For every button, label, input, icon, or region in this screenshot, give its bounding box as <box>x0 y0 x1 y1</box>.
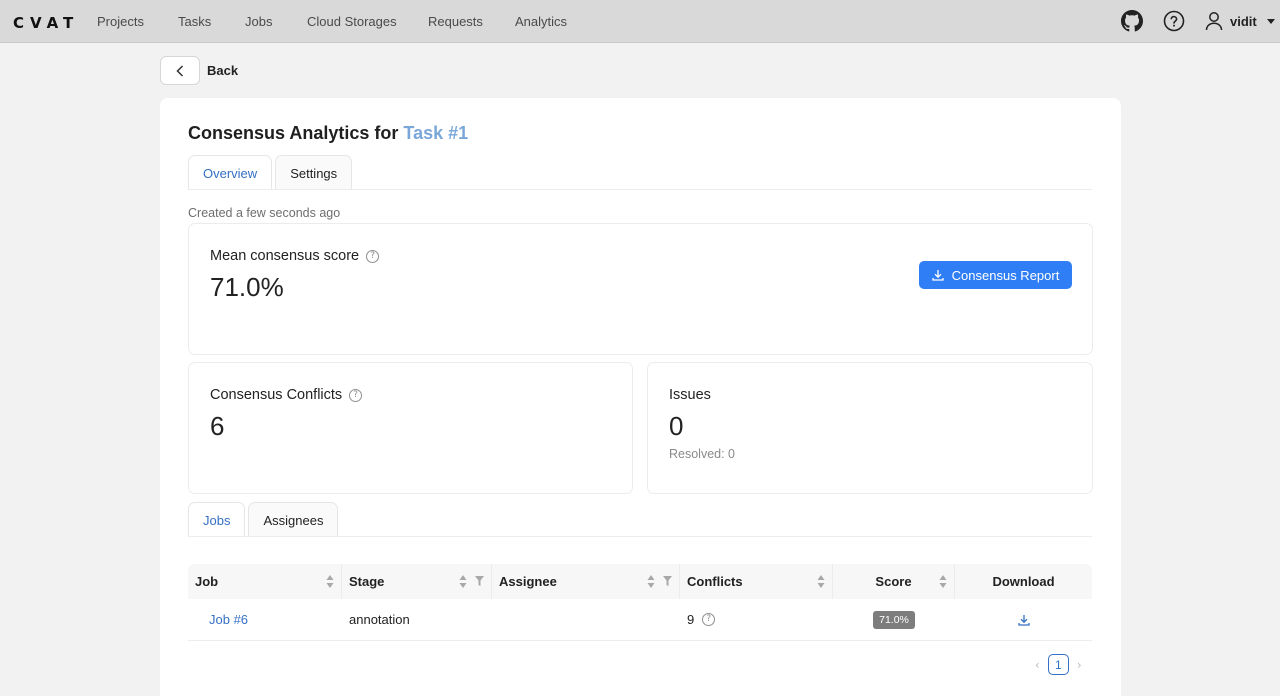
prev-page-icon[interactable]: ‹ <box>1035 658 1040 672</box>
jobs-table: Job Stage Assignee Conflicts Score Downl… <box>188 564 1092 641</box>
col-stage[interactable]: Stage <box>342 564 492 599</box>
tab-jobs[interactable]: Jobs <box>188 502 246 537</box>
help-icon[interactable] <box>1163 10 1185 32</box>
col-score[interactable]: Score <box>833 564 955 599</box>
nav-analytics[interactable]: Analytics <box>515 14 567 29</box>
task-link[interactable]: Task #1 <box>403 123 468 143</box>
col-conflicts-label: Conflicts <box>687 574 743 589</box>
col-job[interactable]: Job <box>188 564 342 599</box>
back-button[interactable] <box>160 56 200 85</box>
tab-overview[interactable]: Overview <box>188 155 273 190</box>
overview-tabs: Overview Settings <box>188 155 353 190</box>
job-link[interactable]: Job #6 <box>209 612 248 627</box>
sort-icon[interactable] <box>939 575 947 588</box>
col-assignee[interactable]: Assignee <box>492 564 680 599</box>
nav-tasks[interactable]: Tasks <box>178 14 211 29</box>
jobs-tabs: Jobs Assignees <box>188 502 339 537</box>
sort-icon[interactable] <box>647 575 655 588</box>
conflicts-box: Consensus Conflicts ? 6 <box>188 362 633 494</box>
issues-box: Issues 0 Resolved: 0 <box>647 362 1093 494</box>
conflicts-value: 6 <box>210 411 225 441</box>
tab-settings[interactable]: Settings <box>275 155 353 190</box>
sort-icon[interactable] <box>326 575 334 588</box>
top-header: CVAT Projects Tasks Jobs Cloud Storages … <box>0 0 1280 43</box>
user-icon <box>1205 12 1223 31</box>
consensus-report-button[interactable]: Consensus Report <box>919 261 1072 289</box>
back-label[interactable]: Back <box>207 63 238 78</box>
github-icon[interactable] <box>1121 10 1143 32</box>
col-score-label: Score <box>875 574 912 589</box>
cell-download <box>955 599 1092 641</box>
conflicts-label: Consensus Conflicts ? <box>210 387 363 403</box>
table-row: Job #6 annotation 9 ? 71.0% <box>188 599 1092 641</box>
issues-label-text: Issues <box>669 387 711 403</box>
nav-jobs[interactable]: Jobs <box>245 14 272 29</box>
col-conflicts[interactable]: Conflicts <box>680 564 833 599</box>
cell-conflicts: 9 ? <box>680 599 833 641</box>
cell-score: 71.0% <box>833 599 955 641</box>
nav-requests[interactable]: Requests <box>428 14 483 29</box>
tabs-divider <box>188 536 1092 537</box>
sort-icon[interactable] <box>817 575 825 588</box>
tabs-divider <box>188 189 1092 190</box>
cell-assignee <box>492 599 680 641</box>
created-text: Created a few seconds ago <box>188 206 341 220</box>
filter-icon[interactable] <box>475 576 484 586</box>
col-job-label: Job <box>195 574 219 589</box>
cell-job: Job #6 <box>188 599 342 641</box>
page-title: Consensus Analytics for Task #1 <box>188 123 468 144</box>
filter-icon[interactable] <box>663 576 672 586</box>
title-prefix: Consensus Analytics for <box>188 123 399 143</box>
next-page-icon[interactable]: › <box>1077 658 1082 672</box>
table-header: Job Stage Assignee Conflicts Score Downl… <box>188 564 1092 599</box>
page-number[interactable]: 1 <box>1047 654 1069 675</box>
col-download-label: Download <box>992 574 1055 589</box>
issues-label: Issues <box>669 387 711 403</box>
analytics-card: Consensus Analytics for Task #1 Overview… <box>160 98 1121 696</box>
cell-stage: annotation <box>349 612 410 627</box>
cvat-logo[interactable]: CVAT <box>13 14 79 32</box>
score-badge: 71.0% <box>873 610 915 629</box>
mean-score-label-text: Mean consensus score <box>210 248 360 264</box>
col-download: Download <box>955 564 1092 599</box>
issues-resolved: Resolved: 0 <box>669 447 736 461</box>
caret-down-icon <box>1266 18 1275 24</box>
chevron-left-icon <box>176 64 184 77</box>
download-icon <box>932 270 944 281</box>
user-name: vidit <box>1230 13 1257 29</box>
download-icon[interactable] <box>1017 614 1030 626</box>
question-icon[interactable]: ? <box>702 613 716 626</box>
col-assignee-label: Assignee <box>499 574 557 589</box>
nav-projects[interactable]: Projects <box>97 14 144 29</box>
conflicts-count: 9 <box>687 612 695 627</box>
issues-value: 0 <box>669 411 684 441</box>
mean-score-box: Mean consensus score ? 71.0% Consensus R… <box>188 223 1093 355</box>
consensus-report-label: Consensus Report <box>951 267 1060 283</box>
sort-icon[interactable] <box>459 575 467 588</box>
conflicts-label-text: Consensus Conflicts <box>210 387 343 403</box>
col-stage-label: Stage <box>349 574 385 589</box>
mean-score-value: 71.0% <box>210 272 284 302</box>
mean-score-label: Mean consensus score ? <box>210 248 380 264</box>
nav-cloud-storages[interactable]: Cloud Storages <box>307 14 397 29</box>
pagination: ‹ 1 › <box>1035 654 1082 675</box>
question-icon[interactable]: ? <box>349 388 363 402</box>
question-icon[interactable]: ? <box>366 249 380 263</box>
user-menu[interactable]: vidit <box>1205 11 1275 31</box>
tab-assignees[interactable]: Assignees <box>248 502 339 537</box>
